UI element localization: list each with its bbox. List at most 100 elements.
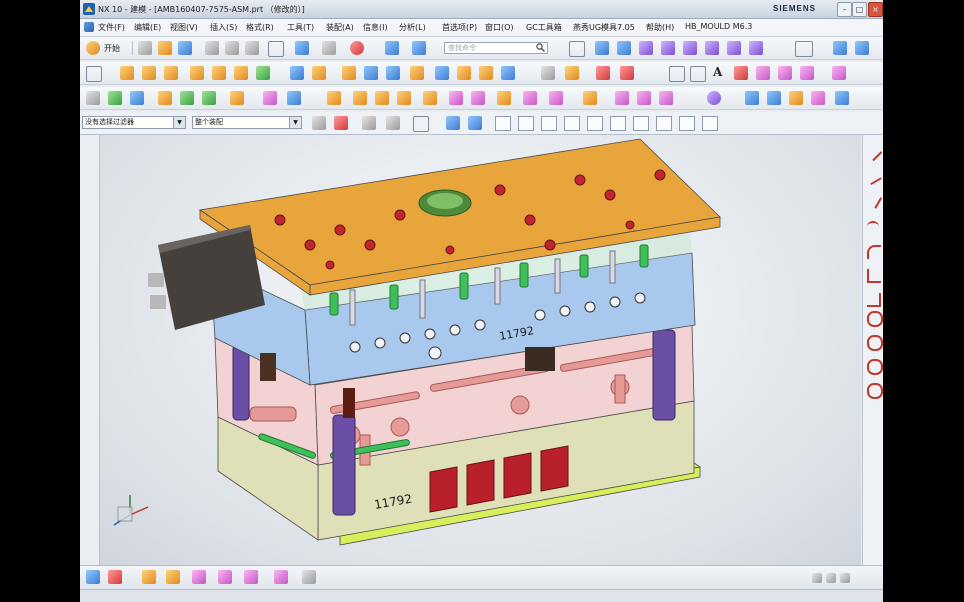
join-curve-icon[interactable] (800, 66, 814, 80)
hole-table-icon[interactable] (497, 91, 511, 105)
edge-blend-icon[interactable] (342, 66, 356, 80)
check-geometry-icon[interactable] (767, 91, 781, 105)
snap-perpendicular-icon[interactable] (702, 116, 718, 131)
snap-control-point-icon[interactable] (541, 116, 557, 131)
trim-body-icon[interactable] (435, 66, 449, 80)
region-analysis-icon[interactable] (659, 91, 673, 105)
arc-icon[interactable] (690, 66, 706, 82)
hole-icon[interactable] (190, 66, 204, 80)
corner-tool-icon[interactable] (867, 269, 881, 283)
measure-icon[interactable] (789, 91, 803, 105)
circle-center-icon[interactable] (867, 335, 883, 351)
spline-icon[interactable] (596, 66, 610, 80)
menu-info[interactable]: 信息(I) (363, 22, 388, 33)
shaded-icon[interactable] (617, 41, 631, 55)
fillet-tool-icon[interactable] (867, 245, 881, 259)
mold-drawing-icon[interactable] (471, 91, 485, 105)
split-body-icon[interactable] (457, 66, 471, 80)
mold-assembly-model[interactable]: 11792 11792 (100, 135, 861, 565)
history-tab-icon[interactable] (83, 380, 96, 393)
snap-intersection-icon[interactable] (587, 116, 603, 131)
electrode-icon[interactable] (397, 91, 411, 105)
start-menu-label[interactable]: 开始 (104, 43, 120, 54)
save-icon[interactable] (178, 41, 192, 55)
restore-button[interactable]: □ (852, 2, 867, 17)
unite-icon[interactable] (256, 66, 270, 80)
connector-plug-1[interactable] (148, 273, 164, 287)
body-selection-icon[interactable] (386, 116, 400, 130)
region-rule-icon[interactable] (244, 570, 258, 584)
copy-icon[interactable] (225, 41, 239, 55)
workpiece-icon[interactable] (549, 91, 563, 105)
undo-icon[interactable] (295, 41, 309, 55)
touch-mode-icon[interactable] (385, 41, 399, 55)
model-compare-icon[interactable] (745, 91, 759, 105)
line-tool-icon[interactable] (863, 142, 883, 162)
circle-tangent-icon[interactable] (867, 359, 883, 375)
graphics-viewport[interactable]: 11792 11792 (100, 135, 861, 565)
replace-face-icon[interactable] (501, 66, 515, 80)
project-curve-icon[interactable] (565, 66, 579, 80)
gate-library-icon[interactable] (353, 91, 367, 105)
sprue-bushing[interactable] (427, 193, 463, 209)
system-materials-tab-icon[interactable] (83, 415, 96, 428)
side-latch[interactable] (260, 353, 276, 381)
snap-endpoint-icon[interactable] (495, 116, 511, 131)
feature-rule-icon[interactable] (192, 570, 206, 584)
shaded-with-edges-icon[interactable] (595, 41, 609, 55)
select-cursor-icon[interactable] (312, 116, 326, 130)
window-switch-icon[interactable] (412, 41, 426, 55)
sketch-icon[interactable] (86, 66, 102, 82)
circle-three-point-icon[interactable] (867, 383, 883, 399)
menu-icon[interactable] (84, 22, 94, 32)
menu-preferences[interactable]: 首选项(P) (442, 22, 477, 33)
menu-window[interactable]: 窗口(O) (485, 22, 514, 33)
search-icon[interactable] (536, 43, 545, 52)
polyline-tool-icon[interactable] (864, 166, 882, 186)
mold-wizard-icon[interactable] (158, 91, 172, 105)
helix-icon[interactable] (734, 66, 748, 80)
selection-filter-dropdown[interactable]: 没有选择过滤器 ▼ (82, 116, 186, 129)
roles-tab-icon[interactable] (83, 475, 96, 488)
parting-lock-block[interactable] (525, 347, 555, 371)
ejector-pin-icon[interactable] (202, 91, 216, 105)
reuse-library-tab-icon[interactable] (83, 265, 96, 278)
slider-lifter-icon[interactable] (263, 91, 277, 105)
bill-of-material-icon[interactable] (449, 91, 463, 105)
arc-tool-icon[interactable] (867, 221, 879, 235)
minimize-panel-icon[interactable] (812, 573, 822, 583)
assembly-navigator-tab-icon[interactable] (83, 175, 96, 188)
cut-icon[interactable] (205, 41, 219, 55)
menu-gc-toolbox[interactable]: GC工具箱 (526, 22, 562, 33)
sub-insert-icon[interactable] (287, 91, 301, 105)
studio-icon[interactable] (683, 41, 697, 55)
block-icon[interactable] (164, 66, 178, 80)
slash-tool-icon[interactable] (863, 191, 883, 209)
wireframe-icon[interactable] (639, 41, 653, 55)
shell-icon[interactable] (386, 66, 400, 80)
assembly-scope-dropdown[interactable]: 整个装配 ▼ (192, 116, 302, 129)
hidden-line-icon[interactable] (661, 41, 675, 55)
draft-icon[interactable] (410, 66, 424, 80)
snap-arc-center-icon[interactable] (564, 116, 580, 131)
menu-yanxiu-mold[interactable]: 燕秀UG模具7.05 (573, 22, 635, 33)
repeat-command-icon[interactable] (350, 41, 364, 55)
part-navigator-tab-icon[interactable] (83, 235, 96, 248)
standard-parts-icon[interactable] (230, 91, 244, 105)
paste-icon[interactable] (245, 41, 259, 55)
cavity-layout-icon[interactable] (523, 91, 537, 105)
trim-corner-icon[interactable] (867, 293, 881, 307)
menu-file[interactable]: 文件(F) (98, 22, 125, 33)
hd3d-tools-tab-icon[interactable] (83, 305, 96, 318)
cooling-tool-icon[interactable] (180, 91, 194, 105)
display-window-icon[interactable] (795, 41, 813, 57)
menu-view[interactable]: 视图(V) (170, 22, 198, 33)
snap-tangent-icon[interactable] (610, 116, 626, 131)
text-icon[interactable]: A (713, 65, 722, 79)
intersect-icon[interactable] (312, 66, 326, 80)
subtract-icon[interactable] (290, 66, 304, 80)
settings-gear-icon[interactable] (83, 141, 96, 154)
view-triad[interactable] (113, 495, 149, 526)
pocket-cut-icon[interactable] (423, 91, 437, 105)
boss-icon[interactable] (212, 66, 226, 80)
